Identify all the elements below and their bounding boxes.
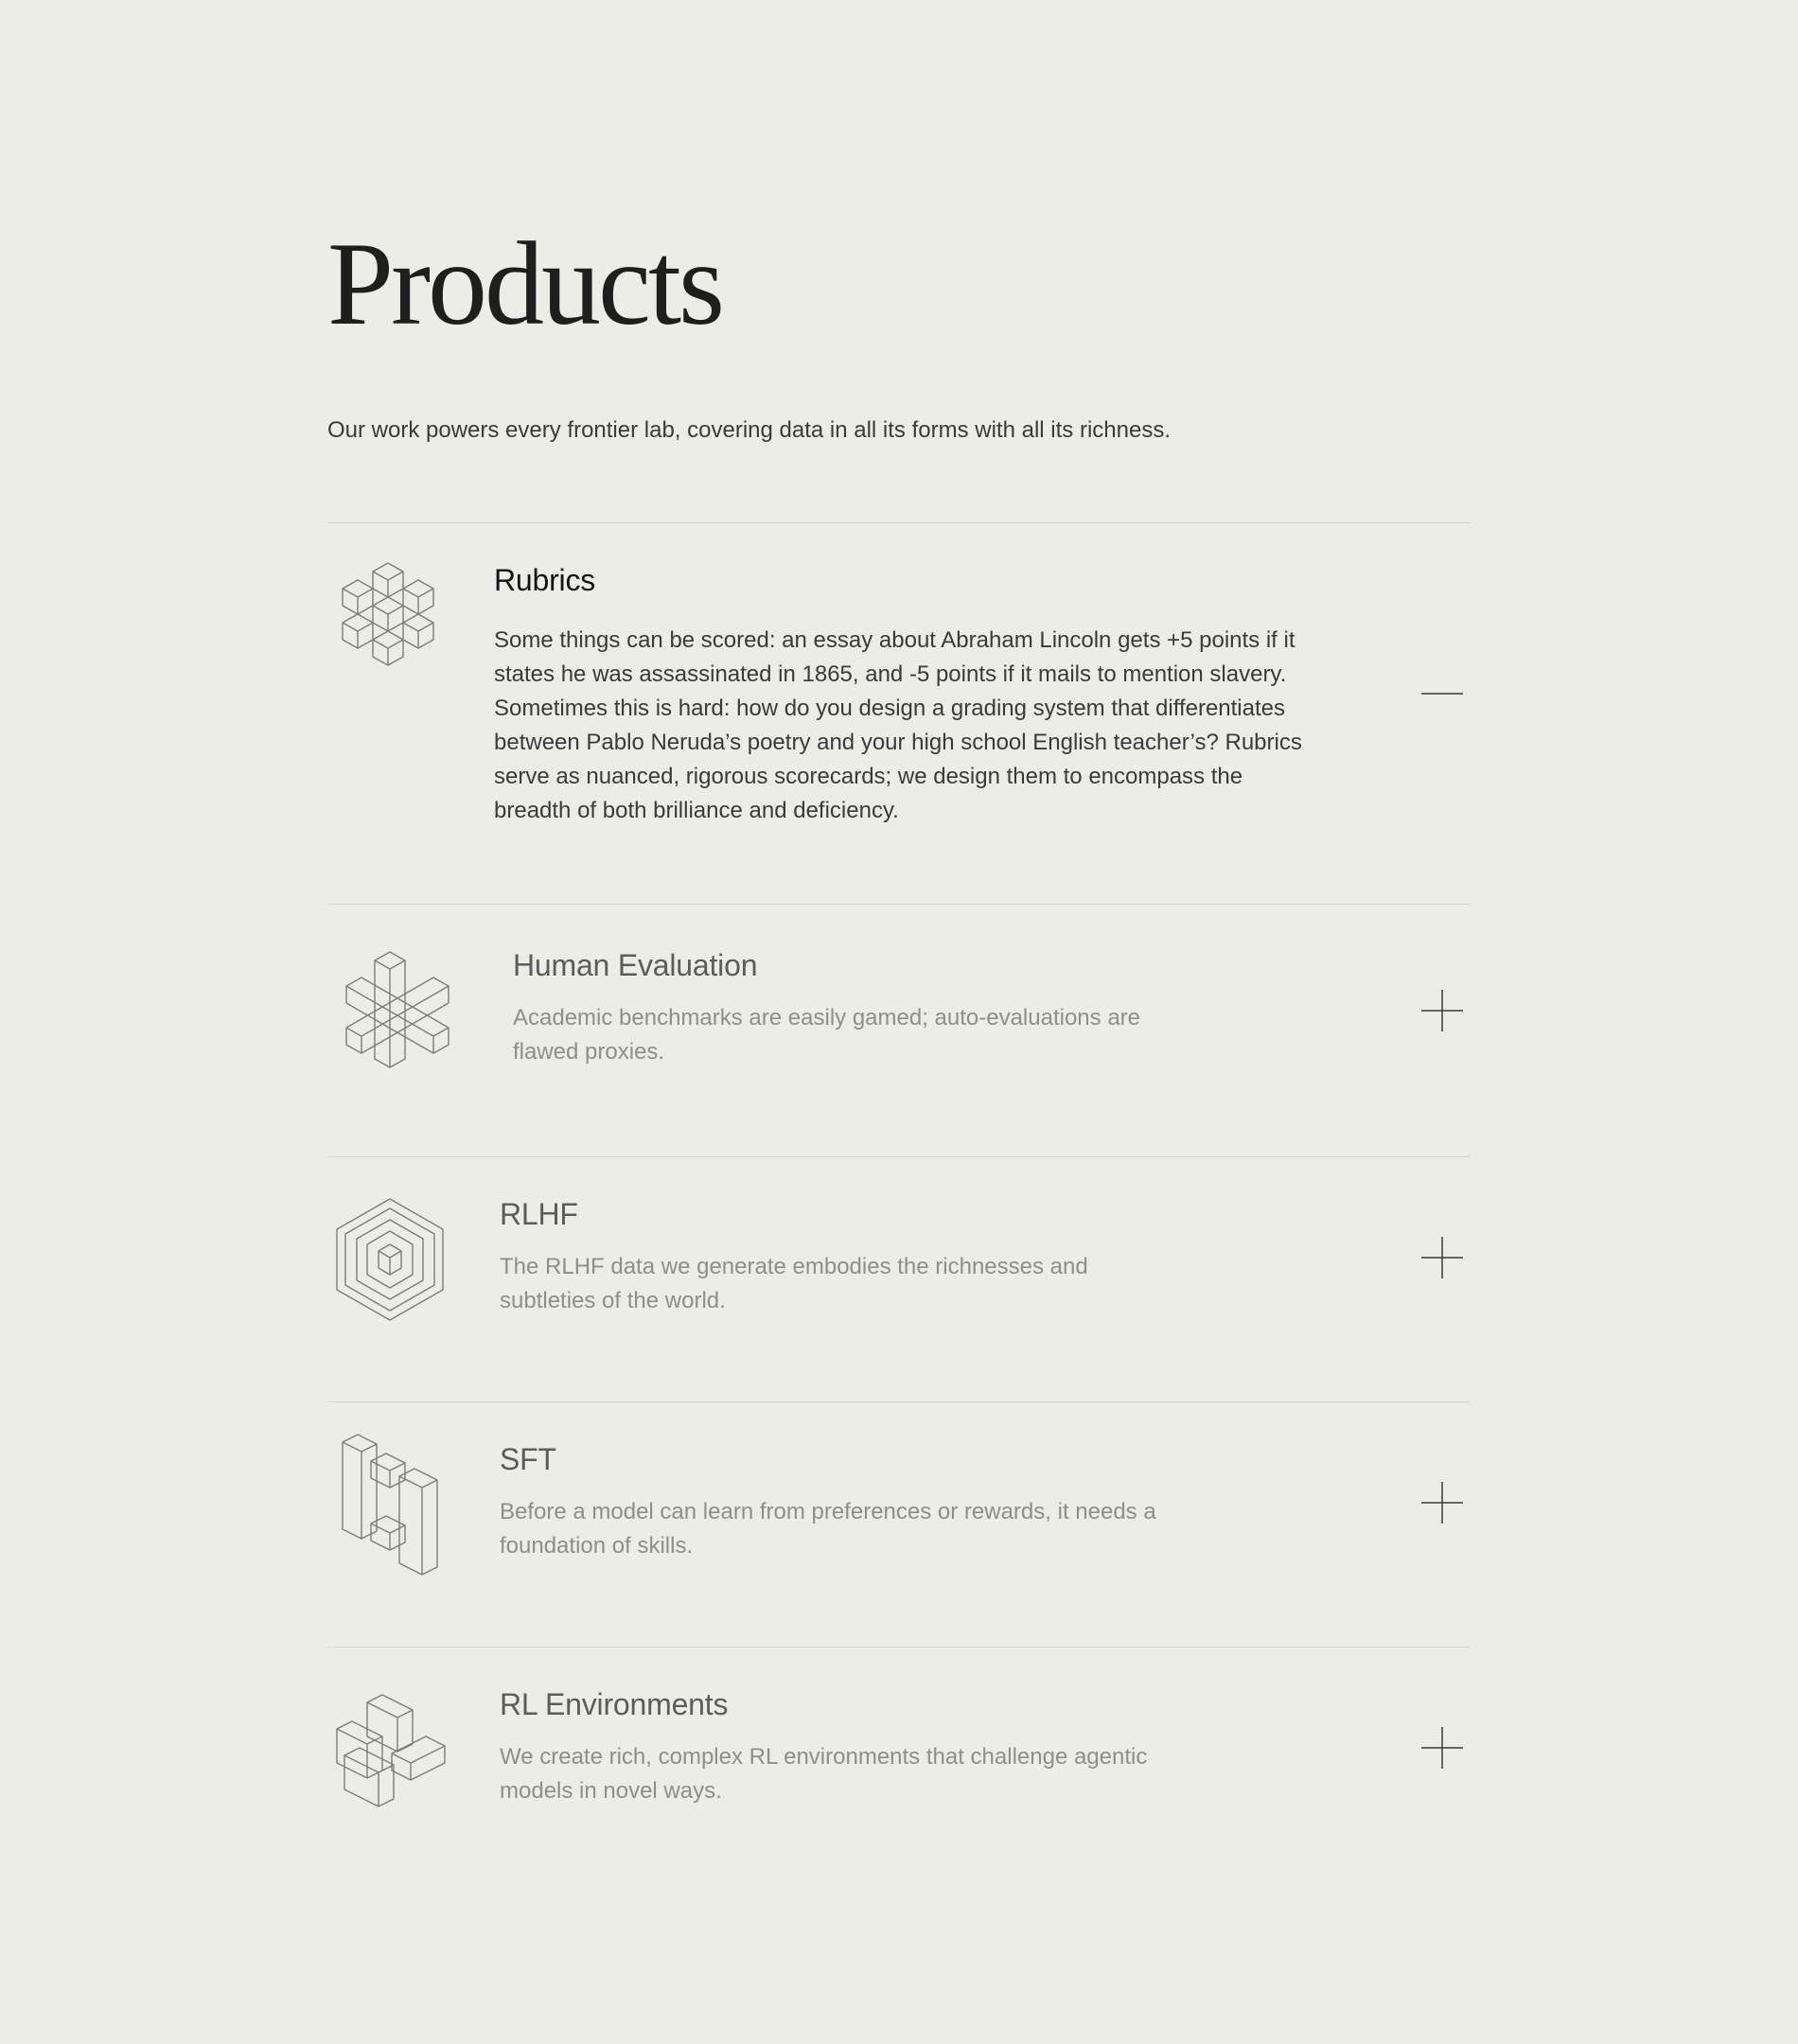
plus-icon — [1421, 990, 1463, 1031]
product-title: SFT — [500, 1442, 556, 1476]
accordion-item-sft[interactable]: SFT Before a model can learn from prefer… — [327, 1401, 1471, 1647]
expand-toggle[interactable] — [1421, 990, 1463, 1031]
expand-toggle[interactable] — [1421, 1482, 1463, 1524]
products-accordion: Rubrics Some things can be scored: an es… — [327, 522, 1471, 1892]
nested-hexagon-icon — [335, 1197, 445, 1322]
minus-icon — [1421, 693, 1463, 695]
accordion-item-rlhf[interactable]: RLHF The RLHF data we generate embodies … — [327, 1156, 1471, 1401]
accordion-item-human-evaluation[interactable]: Human Evaluation Academic benchmarks are… — [327, 904, 1471, 1156]
product-description: Before a model can learn from preference… — [500, 1499, 1156, 1559]
product-title: Human Evaluation — [513, 948, 758, 982]
product-title: Rubrics — [494, 563, 596, 597]
expand-toggle[interactable] — [1421, 1237, 1463, 1278]
product-title: RL Environments — [500, 1687, 729, 1721]
product-description: The RLHF data we generate embodies the r… — [500, 1254, 1088, 1313]
product-description: We create rich, complex RL environments … — [500, 1744, 1148, 1804]
interlocking-blocks-icon — [335, 1691, 447, 1808]
collapse-toggle[interactable] — [1421, 673, 1463, 714]
asterisk-prism-icon — [343, 948, 452, 1071]
plus-icon — [1421, 1727, 1463, 1769]
cube-cluster-icon — [335, 559, 441, 678]
plus-icon — [1421, 1482, 1463, 1524]
product-title: RLHF — [500, 1197, 578, 1231]
isometric-pillars-icon — [341, 1433, 441, 1580]
page-title: Products — [327, 219, 725, 350]
product-description: Some things can be scored: an essay abou… — [494, 627, 1302, 823]
product-description: Academic benchmarks are easily gamed; au… — [513, 1005, 1141, 1065]
accordion-item-rubrics[interactable]: Rubrics Some things can be scored: an es… — [327, 522, 1471, 904]
page-subtitle: Our work powers every frontier lab, cove… — [327, 417, 1171, 443]
accordion-item-rl-environments[interactable]: RL Environments We create rich, complex … — [327, 1647, 1471, 1892]
plus-icon — [1421, 1237, 1463, 1278]
expand-toggle[interactable] — [1421, 1727, 1463, 1769]
